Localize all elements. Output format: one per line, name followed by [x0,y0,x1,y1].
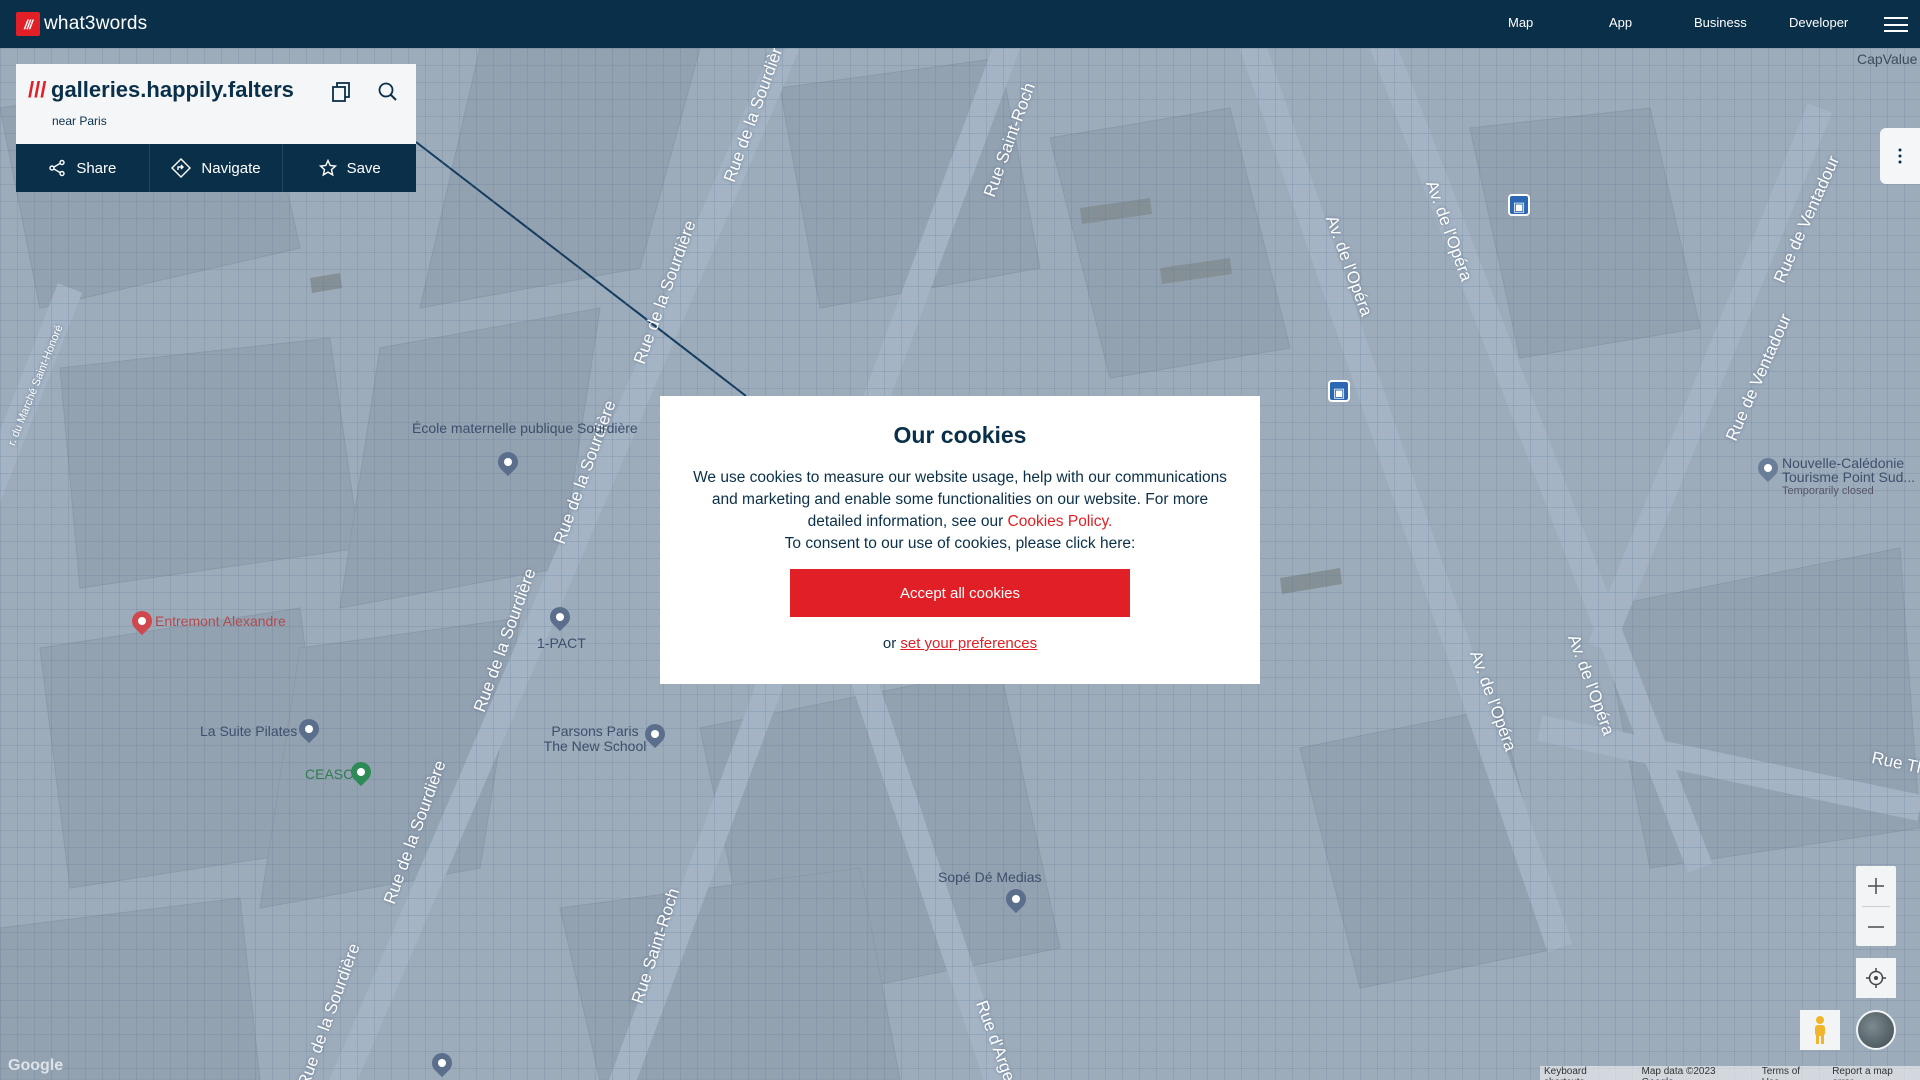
zoom-in-icon[interactable] [1856,866,1896,906]
address-header: /// galleries.happily.falters near Paris [16,64,416,144]
three-word-address[interactable]: galleries.happily.falters [51,77,294,103]
zoom-out-icon[interactable] [1856,907,1896,947]
share-button[interactable]: Share [16,144,150,192]
navigate-button[interactable]: Navigate [150,144,284,192]
share-label: Share [76,159,117,177]
map-corner-label: CapValue [1857,51,1918,67]
map-data-text: Map data ©2023 Google [1641,1066,1716,1080]
poi-label-ceasc[interactable]: CEASC [305,767,353,782]
more-options-icon[interactable] [1880,128,1920,184]
copy-icon[interactable] [328,78,356,106]
google-logo: Google [8,1057,64,1074]
zoom-control [1856,866,1896,946]
poi-label-pilates[interactable]: La Suite Pilates [200,724,297,739]
keyboard-shortcuts-link[interactable]: Keyboard shortcuts [1544,1066,1629,1080]
what3words-logo[interactable]: /// what3words [16,12,147,36]
modal-title: Our cookies [893,422,1027,448]
modal-body: We use cookies to measure our website us… [690,467,1230,555]
set-preferences-link[interactable]: set your preferences [900,635,1037,652]
my-location-icon[interactable] [1856,958,1896,998]
poi-label-parsons[interactable]: Parsons Paris The New School [540,724,650,754]
navigate-label: Navigate [201,159,261,177]
address-actions: Share Navigate Save [16,144,416,192]
satellite-toggle-icon[interactable] [1856,1010,1896,1050]
consent-instructions: To consent to our use of cookies, please… [784,535,1136,552]
cookies-policy-link[interactable]: Cookies Policy. [1008,513,1113,530]
street-view-pegman-icon[interactable] [1800,1010,1840,1050]
map-attribution: Keyboard shortcuts Map data ©2023 Google… [1540,1066,1920,1080]
poi-name: Nouvelle-Calédonie Tourisme Point Sud... [1782,455,1916,485]
star-icon [318,159,337,177]
bus-stop-icon[interactable]: ▣ [1508,194,1530,216]
hamburger-icon[interactable] [1884,17,1908,32]
top-nav: /// what3words Map App Business Develope… [0,0,1920,48]
poi-label-nouvelle[interactable]: Nouvelle-Calédonie Tourisme Point Sud...… [1782,456,1918,498]
nav-app-link[interactable]: App [1609,15,1632,30]
save-label: Save [346,159,381,177]
share-icon [49,159,66,177]
navigate-icon [171,158,192,178]
search-icon[interactable] [374,78,402,106]
accept-all-cookies-button[interactable]: Accept all cookies [790,569,1130,617]
poi-label-entremont[interactable]: Entremont Alexandre [155,614,286,629]
logo-text: what3words [44,13,148,34]
preferences-line: or set your preferences [660,635,1260,652]
terms-link[interactable]: Terms of Use [1762,1066,1820,1080]
address-near-text: near Paris [52,114,107,128]
report-error-link[interactable]: Report a map error [1832,1066,1916,1080]
poi-label-ecole[interactable]: École maternelle publique Sourdière [412,421,638,436]
logo-mark: /// [16,12,40,36]
or-text: or [882,635,901,652]
poi-label-1pact[interactable]: 1-PACT [537,636,586,651]
address-slashes: /// [28,77,47,102]
cookie-description: We use cookies to measure our website us… [693,469,1227,530]
poi-status: Temporarily closed [1782,485,1874,497]
nav-developer-link[interactable]: Developer [1789,15,1848,30]
save-button[interactable]: Save [283,144,416,192]
nav-map-link[interactable]: Map [1508,15,1533,30]
cookie-consent-modal: Our cookies We use cookies to measure ou… [660,396,1260,684]
address-card: /// galleries.happily.falters near Paris… [16,64,416,192]
poi-label-sope[interactable]: Sopé Dé Medias [938,870,1042,885]
bus-stop-icon[interactable]: ▣ [1328,380,1350,402]
nav-business-link[interactable]: Business [1694,15,1747,30]
